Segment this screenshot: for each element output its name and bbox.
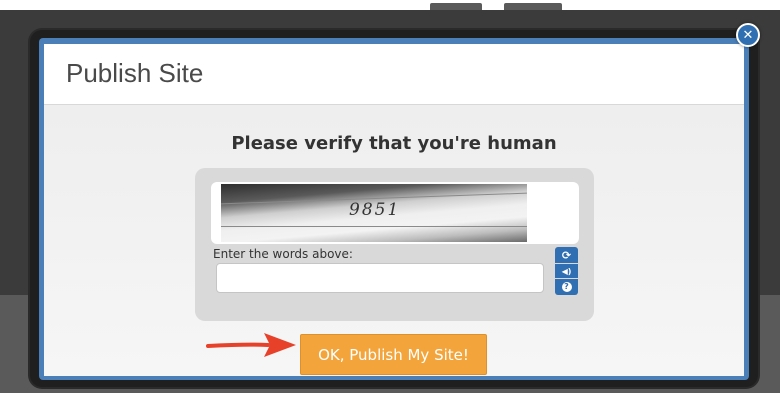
captcha-image: 9851: [221, 184, 527, 242]
help-glyph: ?: [561, 282, 572, 292]
arrow-shaft: [206, 342, 270, 348]
refresh-glyph: ⟳: [561, 248, 572, 262]
audio-glyph: ◀): [561, 266, 572, 276]
modal-body: Please verify that you're human 9851 Ent…: [44, 105, 744, 376]
help-icon[interactable]: ?: [555, 279, 578, 295]
arrow-icon: [206, 333, 296, 357]
modal-header: Publish Site: [44, 44, 744, 105]
close-glyph: ✕: [742, 27, 754, 43]
captcha-label: Enter the words above:: [213, 247, 353, 261]
captcha-line: [221, 226, 527, 227]
refresh-icon[interactable]: ⟳: [555, 247, 578, 263]
captcha-input[interactable]: [216, 263, 544, 293]
modal-title: Publish Site: [66, 58, 204, 88]
captcha-panel: 9851 Enter the words above: ⟳ ◀) ?: [195, 168, 594, 321]
captcha-image-text: 9851: [349, 200, 401, 220]
audio-icon[interactable]: ◀): [555, 264, 578, 278]
publish-site-button[interactable]: OK, Publish My Site!: [300, 334, 487, 375]
publish-site-dialog: Publish Site Please verify that you're h…: [44, 44, 744, 376]
captcha-image-well: 9851: [211, 182, 579, 244]
close-icon[interactable]: ✕: [736, 23, 760, 47]
page-top-strip: [0, 0, 780, 13]
verify-heading: Please verify that you're human: [231, 133, 557, 154]
